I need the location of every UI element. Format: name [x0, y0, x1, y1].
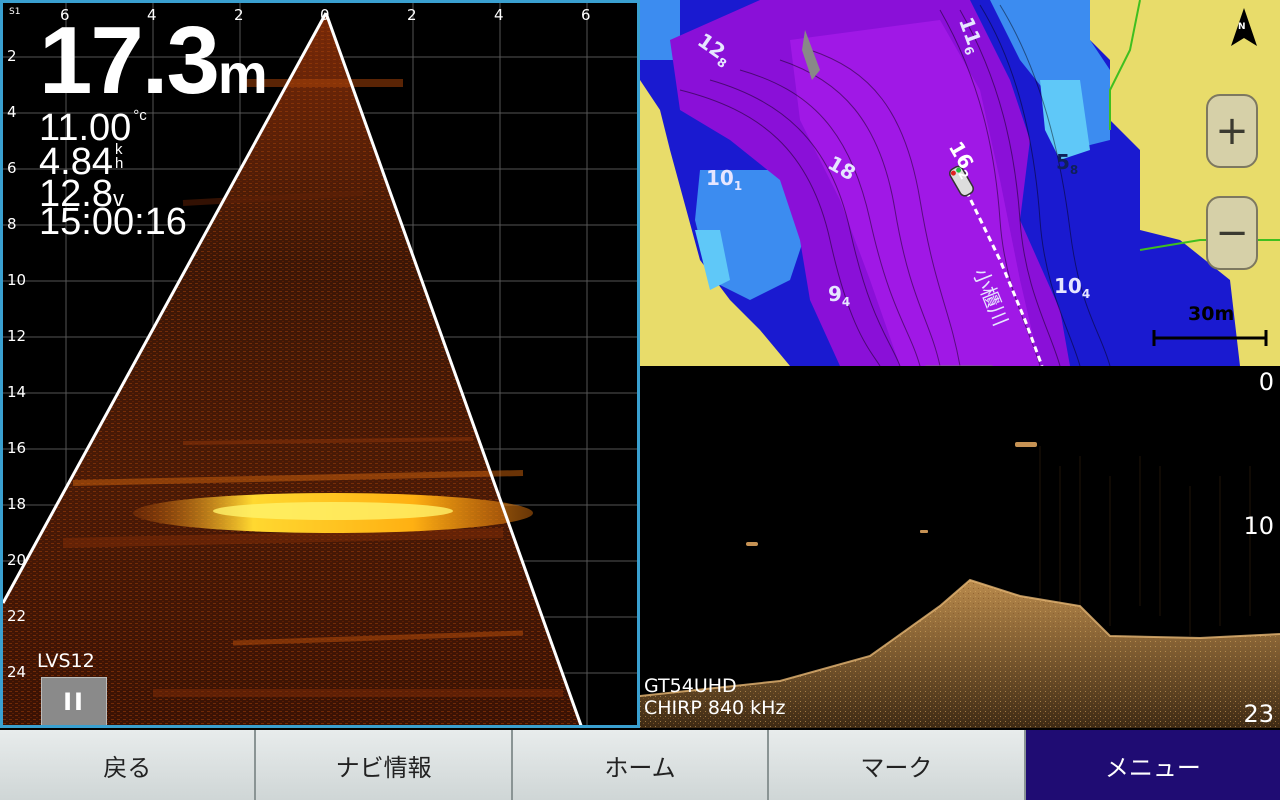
y-axis-tick: 20: [7, 551, 27, 569]
temperature-unit: °c: [133, 107, 147, 124]
home-button[interactable]: ホーム: [512, 730, 770, 800]
zoom-out-button[interactable]: −: [1206, 196, 1258, 270]
transducer-info: GT54UHD CHIRP 840 kHz: [644, 675, 786, 720]
source-label: S1: [9, 7, 21, 17]
x-axis-tick: 0: [320, 6, 330, 24]
pause-button[interactable]: II: [41, 677, 107, 725]
y-axis-tick: 6: [7, 159, 17, 177]
y-axis-tick: 8: [7, 215, 17, 233]
map-depth-label: 104: [1054, 274, 1091, 301]
bottom-toolbar: 戻る ナビ情報 ホーム マーク メニュー: [0, 730, 1280, 800]
map-depth-label: 94: [828, 282, 851, 309]
depth-scale-mid: 10: [1243, 512, 1274, 540]
depth-readout: 17.3m: [39, 13, 268, 109]
y-axis-tick: 18: [7, 495, 27, 513]
zoom-in-button[interactable]: +: [1206, 94, 1258, 168]
depth-scale-top: 0: [1258, 368, 1274, 396]
depth-value: 17.3: [39, 7, 220, 114]
speed-unit-bottom: h: [114, 154, 124, 172]
map-depth-label: 101: [706, 166, 743, 193]
speed-unit: kh: [114, 142, 124, 172]
time-readout: 15:00:16: [39, 201, 187, 243]
x-axis-tick: 2: [407, 6, 417, 24]
chart-map-panel[interactable]: 128 116 162 18 101 58 94 104 小櫃川 N + − 3…: [640, 0, 1280, 366]
x-axis-tick: 6: [581, 6, 591, 24]
y-axis-tick: 2: [7, 47, 17, 65]
livescope-mode-label: LVS12: [37, 650, 95, 672]
y-axis-tick: 10: [7, 271, 27, 289]
transducer-name: GT54UHD: [644, 675, 737, 697]
livescope-panel[interactable]: S1 6 4 2 0 2 4 6 2 4 6 8 10 12 14 16 18 …: [0, 0, 640, 728]
map-depth-label: 58: [1056, 150, 1079, 177]
y-axis-tick: 14: [7, 383, 27, 401]
y-axis-tick: 4: [7, 103, 17, 121]
scale-label: 30m: [1188, 303, 1235, 325]
depth-scale-bottom: 23: [1243, 700, 1274, 728]
north-label: N: [1238, 22, 1246, 32]
y-axis-tick: 22: [7, 607, 27, 625]
sonar-image: [640, 442, 1280, 728]
x-axis-tick: 4: [494, 6, 504, 24]
mark-button[interactable]: マーク: [769, 730, 1026, 800]
menu-button[interactable]: メニュー: [1025, 730, 1280, 800]
y-axis-tick: 16: [7, 439, 27, 457]
depth-unit: m: [217, 42, 268, 105]
y-axis-tick: 12: [7, 327, 27, 345]
y-axis-tick: 24: [7, 663, 27, 681]
nav-info-button[interactable]: ナビ情報: [256, 730, 513, 800]
pause-icon: II: [63, 688, 85, 716]
back-button[interactable]: 戻る: [0, 730, 257, 800]
sonar-frequency: CHIRP 840 kHz: [644, 696, 786, 719]
sonar-panel[interactable]: 0 10 23 GT54UHD CHIRP 840 kHz: [640, 366, 1280, 728]
